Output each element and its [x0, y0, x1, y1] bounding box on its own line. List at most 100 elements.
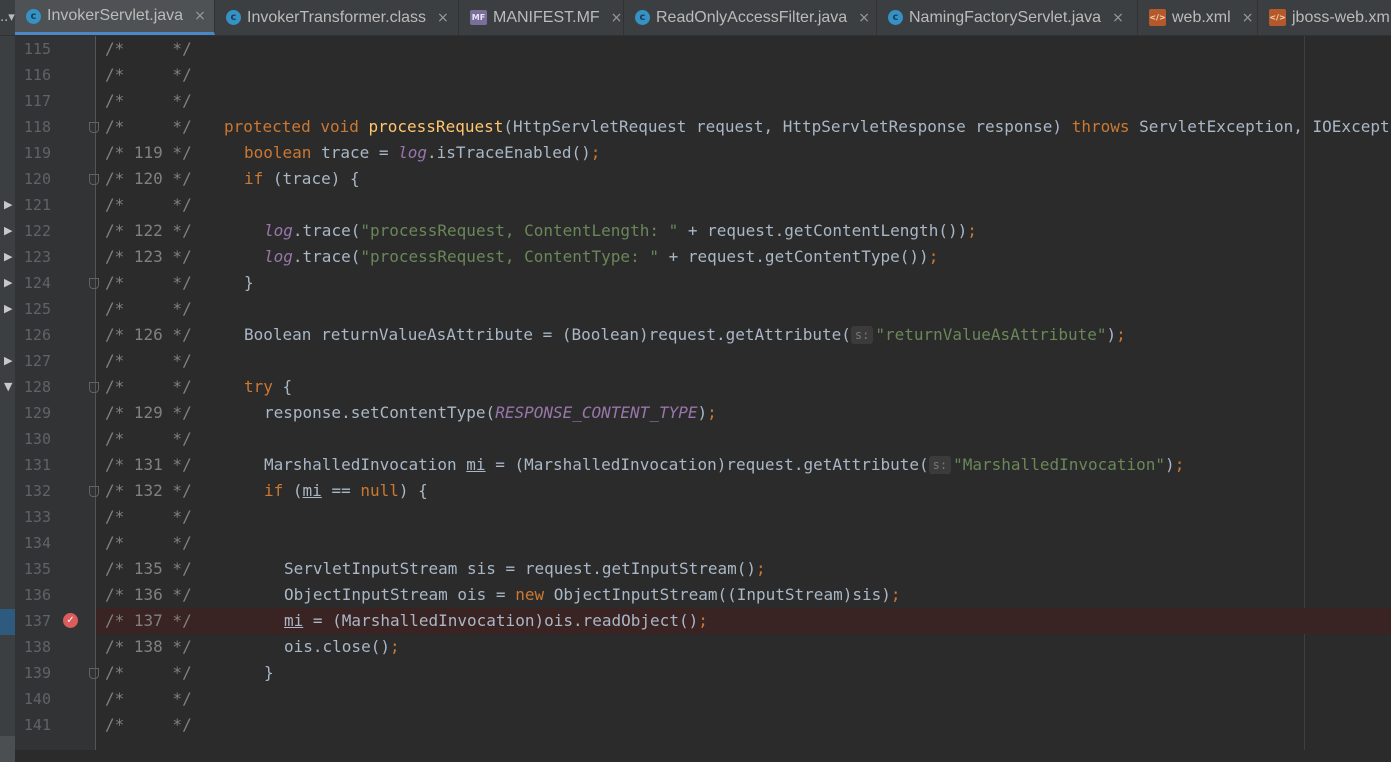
code-line[interactable]: 120 /* 120 */ if (trace) { — [0, 166, 1391, 192]
code-token: ) — [697, 403, 708, 422]
code-token: new — [515, 585, 554, 604]
decompiler-line-comment: /* 131 */ — [105, 455, 192, 474]
decompiler-line-comment: /* */ — [105, 299, 192, 318]
code-line[interactable]: 122 /* 122 */ log.trace("processRequest, C… — [0, 218, 1391, 244]
code-line[interactable]: 115 /* */ — [0, 36, 1391, 62]
class-icon: c — [635, 10, 650, 25]
close-icon[interactable]: × — [1242, 10, 1254, 26]
line-number: 124 — [23, 274, 51, 292]
code-line[interactable]: 135 /* 135 */ ServletInputStream sis = req… — [0, 556, 1391, 582]
code-line[interactable]: 123 /* 123 */ log.trace("processRequest, C… — [0, 244, 1391, 270]
code-line[interactable]: 121 /* */ — [0, 192, 1391, 218]
code-token: response.setContentType( — [264, 403, 496, 422]
tab-invokerservlet-java[interactable]: c InvokerServlet.java × — [15, 0, 215, 35]
code-token: Boolean returnValueAsAttribute = (Boolea… — [244, 325, 851, 344]
breakpoint-icon[interactable]: ✓ — [63, 613, 78, 628]
tab-label: NamingFactoryServlet.java — [909, 8, 1102, 26]
code-token: + request.getContentType()) — [658, 247, 929, 266]
code-text: try { — [244, 374, 292, 400]
fold-marker-icon[interactable] — [89, 122, 99, 133]
tab-namingfactoryservlet-java[interactable]: c NamingFactoryServlet.java × — [877, 0, 1138, 35]
code-line[interactable]: 125 /* */ — [0, 296, 1391, 322]
code-token: processRequest — [368, 117, 504, 136]
code-token: ; — [1174, 455, 1185, 474]
close-icon[interactable]: × — [858, 10, 870, 26]
code-line[interactable]: 134 /* */ — [0, 530, 1391, 556]
close-icon[interactable]: × — [437, 10, 449, 26]
code-token: ; — [756, 559, 766, 578]
fold-marker-icon[interactable] — [89, 174, 99, 185]
code-text: Boolean returnValueAsAttribute = (Boolea… — [244, 322, 1126, 348]
tab-readonlyaccessfilter-java[interactable]: c ReadOnlyAccessFilter.java × — [624, 0, 877, 35]
fold-marker-icon[interactable] — [89, 668, 99, 679]
code-text: ois.close(); — [284, 634, 400, 660]
code-line[interactable]: 126 /* 126 */ Boolean returnValueAsAttribu… — [0, 322, 1391, 348]
tab-manifest-mf[interactable]: MF MANIFEST.MF × — [459, 0, 624, 35]
tab-label: InvokerTransformer.class — [247, 8, 427, 26]
line-number: 140 — [23, 690, 51, 708]
code-token: protected void — [224, 117, 369, 136]
line-number: 118 — [23, 118, 51, 136]
code-token: if — [244, 169, 273, 188]
code-line[interactable]: 137 ✓ /* 137 */ mi = (MarshalledInvocation)… — [0, 608, 1391, 634]
code-text: protected void processRequest(HttpServle… — [224, 114, 1391, 140]
code-line[interactable]: 130 /* */ — [0, 426, 1391, 452]
decompiler-line-comment: /* */ — [105, 39, 192, 58]
code-token: ) — [1106, 325, 1117, 344]
code-token: ) — [1165, 455, 1175, 474]
code-token: trace = — [321, 143, 399, 162]
decompiler-line-comment: /* 122 */ — [105, 221, 192, 240]
code-text: log.trace("processRequest, ContentType: … — [264, 244, 938, 270]
code-line[interactable]: 117 /* */ — [0, 88, 1391, 114]
code-line[interactable]: 119 /* 119 */ boolean trace = log.isTraceE… — [0, 140, 1391, 166]
decompiler-line-comment: /* */ — [105, 91, 192, 110]
code-line[interactable]: 133 /* */ — [0, 504, 1391, 530]
tab-overflow-button[interactable]: ..▾ — [0, 0, 15, 35]
close-icon[interactable]: × — [1112, 10, 1124, 26]
code-token: ; — [967, 221, 977, 240]
code-token: ; — [890, 585, 901, 604]
close-icon[interactable]: × — [194, 8, 206, 24]
code-text: ObjectInputStream ois = new ObjectInputS… — [284, 582, 901, 608]
code-line[interactable]: 118 /* */ protected void processRequest(Ht… — [0, 114, 1391, 140]
fold-marker-icon[interactable] — [89, 486, 99, 497]
decompiler-line-comment: /* 138 */ — [105, 637, 192, 656]
tab-web-xml[interactable]: </> web.xml × — [1138, 0, 1258, 35]
code-line[interactable]: 124 /* */} — [0, 270, 1391, 296]
code-token: ois.close() — [284, 637, 390, 656]
code-token: mi — [466, 455, 486, 474]
line-number: 119 — [23, 144, 51, 162]
class-icon: c — [888, 10, 903, 25]
code-line[interactable]: 138 /* 138 */ ois.close(); — [0, 634, 1391, 660]
line-number: 123 — [23, 248, 51, 266]
code-token: ) { — [398, 481, 428, 500]
code-line[interactable]: 129 /* 129 */ response.setContentType(RESP… — [0, 400, 1391, 426]
decompiler-line-comment: /* */ — [105, 507, 192, 526]
fold-marker-icon[interactable] — [89, 278, 99, 289]
line-number: 133 — [23, 508, 51, 526]
decompiler-line-comment: /* */ — [105, 117, 192, 136]
code-token: .trace( — [292, 247, 361, 266]
xml-icon: </> — [1149, 9, 1166, 26]
code-line[interactable]: 139 /* */} — [0, 660, 1391, 686]
close-icon[interactable]: × — [611, 10, 623, 26]
code-token: ( — [292, 481, 303, 500]
tab-invokertransformer-class[interactable]: c InvokerTransformer.class × — [215, 0, 459, 35]
code-text: } — [264, 660, 274, 686]
code-line[interactable]: 136 /* 136 */ ObjectInputStream ois = new … — [0, 582, 1391, 608]
tab-jboss-web-xm[interactable]: </> jboss-web.xm — [1258, 0, 1391, 35]
fold-marker-icon[interactable] — [89, 382, 99, 393]
code-line[interactable]: 140 /* */ — [0, 686, 1391, 712]
line-number: 135 — [23, 560, 51, 578]
code-text: ServletInputStream sis = request.getInpu… — [284, 556, 766, 582]
decompiler-line-comment: /* 126 */ — [105, 325, 192, 344]
code-line[interactable]: 116 /* */ — [0, 62, 1391, 88]
code-line[interactable]: 131 /* 131 */ MarshalledInvocation mi = (M… — [0, 452, 1391, 478]
line-number: 136 — [23, 586, 51, 604]
code-line[interactable]: 132 /* 132 */ if (mi == null) { — [0, 478, 1391, 504]
code-line[interactable]: 128 /* */ try { — [0, 374, 1391, 400]
line-number: 121 — [23, 196, 51, 214]
code-text: boolean trace = log.isTraceEnabled(); — [244, 140, 600, 166]
code-line[interactable]: 141 /* */ — [0, 712, 1391, 738]
code-line[interactable]: 127 /* */ — [0, 348, 1391, 374]
